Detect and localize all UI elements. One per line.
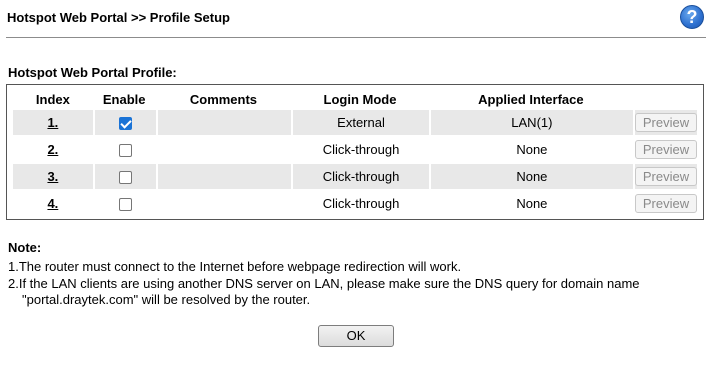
profile-table-container: Index Enable Comments Login Mode Applied… (6, 84, 704, 220)
preview-button[interactable]: Preview (634, 140, 697, 159)
login-mode-cell: External (291, 110, 429, 137)
help-icon[interactable]: ? (680, 5, 704, 29)
profile-index-link[interactable]: 1. (47, 115, 58, 130)
comments-cell (155, 110, 292, 137)
applied-interface-cell: None (428, 191, 633, 218)
comments-cell (155, 137, 292, 164)
column-header-applied-interface: Applied Interface (478, 91, 584, 107)
note-line-1: 1.The router must connect to the Interne… (8, 259, 462, 274)
column-header-login-mode: Login Mode (323, 91, 397, 107)
table-row: 2. Click-through None Preview (13, 137, 697, 164)
column-header-enable: Enable (102, 91, 146, 107)
applied-interface-cell: None (428, 164, 633, 191)
note-line-2: 2.If the LAN clients are using another D… (8, 276, 640, 291)
enable-checkbox[interactable] (118, 117, 132, 131)
login-mode-cell: Click-through (291, 137, 429, 164)
applied-interface-cell: LAN(1) (428, 110, 633, 137)
applied-interface-cell: None (428, 137, 633, 164)
table-row: 3. Click-through None Preview (13, 164, 697, 191)
page-title: Hotspot Web Portal >> Profile Setup (7, 10, 230, 25)
enable-checkbox[interactable] (118, 198, 132, 212)
ok-button[interactable]: OK (318, 325, 394, 347)
enable-checkbox[interactable] (118, 171, 132, 185)
page-header: Hotspot Web Portal >> Profile Setup ? (0, 0, 712, 36)
column-header-comments: Comments (189, 91, 258, 107)
login-mode-cell: Click-through (291, 191, 429, 218)
enable-checkbox[interactable] (118, 144, 132, 158)
note-line-2-continued: "portal.draytek.com" will be resolved by… (22, 292, 311, 307)
profile-table: Index Enable Comments Login Mode Applied… (13, 88, 697, 218)
table-header-row: Index Enable Comments Login Mode Applied… (13, 88, 697, 110)
note-title: Note: (8, 240, 42, 255)
preview-button[interactable]: Preview (634, 113, 697, 132)
column-header-index: Index (35, 91, 70, 107)
preview-button[interactable]: Preview (634, 194, 697, 213)
table-row: 4. Click-through None Preview (13, 191, 697, 218)
profile-index-link[interactable]: 2. (47, 142, 58, 157)
comments-cell (155, 164, 292, 191)
column-header-preview (633, 88, 697, 110)
table-row: 1. External LAN(1) Preview (13, 110, 697, 137)
profile-section-label: Hotspot Web Portal Profile: (8, 65, 177, 80)
profile-index-link[interactable]: 4. (47, 196, 58, 211)
login-mode-cell: Click-through (291, 164, 429, 191)
header-divider (6, 37, 706, 38)
comments-cell (155, 191, 292, 218)
preview-button[interactable]: Preview (634, 167, 697, 186)
profile-index-link[interactable]: 3. (47, 169, 58, 184)
